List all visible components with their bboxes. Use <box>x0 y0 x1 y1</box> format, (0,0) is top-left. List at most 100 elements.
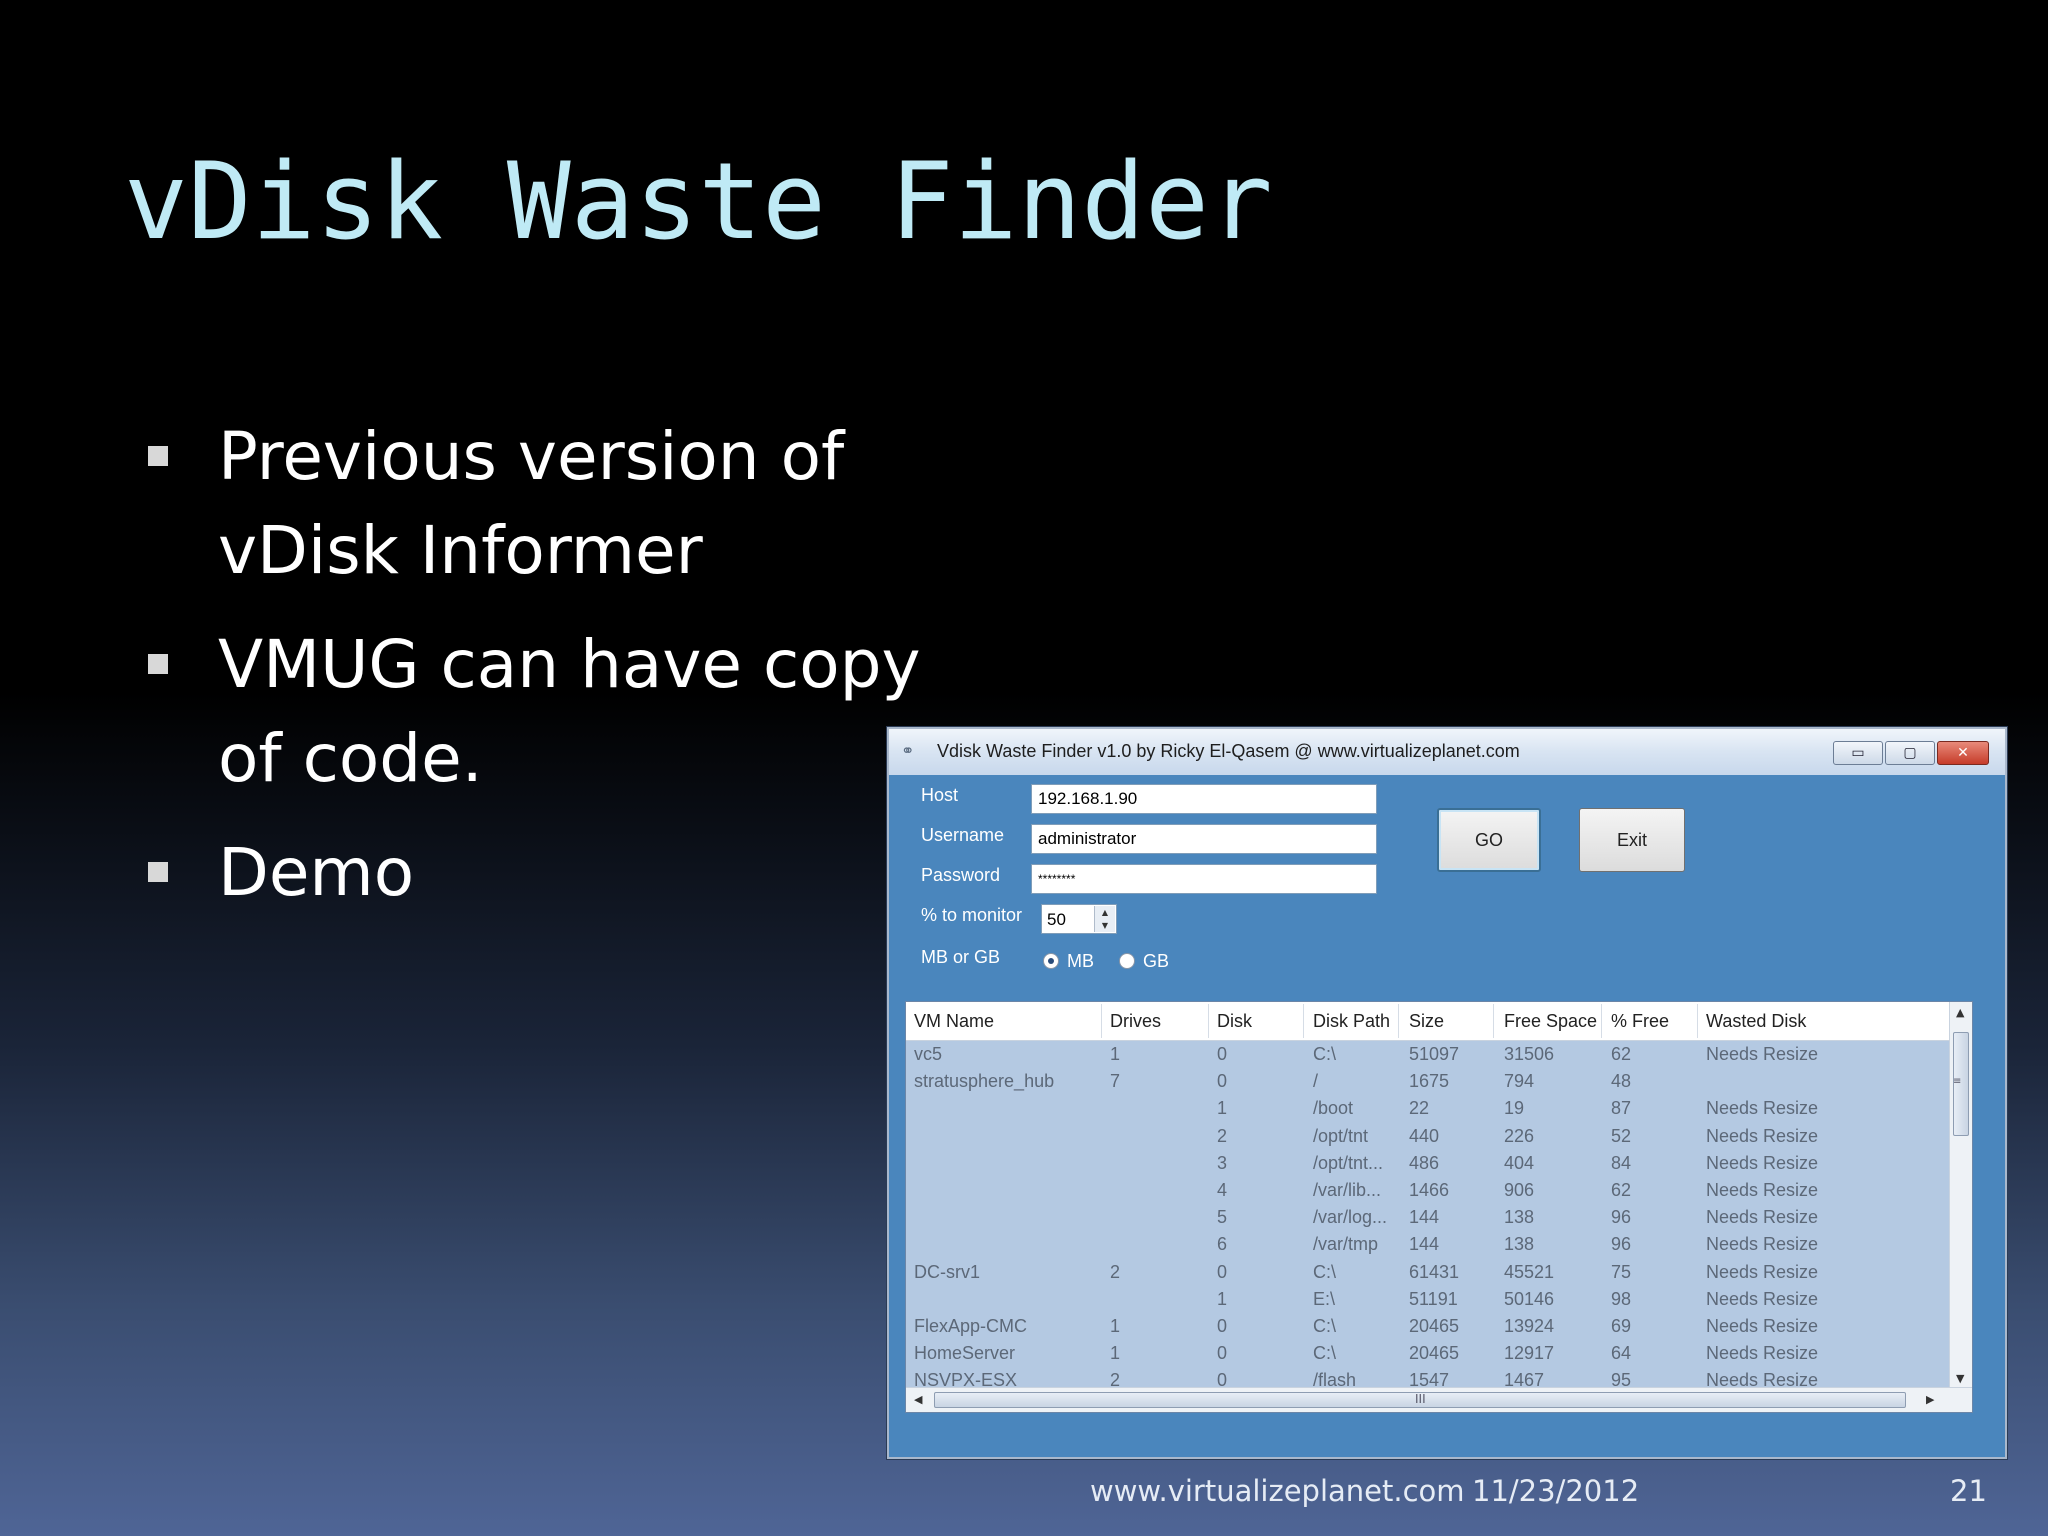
table-cell: Needs Resize <box>1706 1152 1819 1173</box>
bullet-text: VMUG can have copy of code. <box>218 626 921 797</box>
column-header[interactable]: VM Name <box>914 1011 994 1032</box>
table-cell: 1 <box>1110 1316 1121 1336</box>
table-cell: 51191 <box>1409 1288 1458 1309</box>
close-button[interactable]: ✕ <box>1937 741 1989 765</box>
host-input[interactable]: 192.168.1.90 <box>1031 784 1377 814</box>
table-cell: 3 <box>1217 1152 1228 1173</box>
table-cell: 84 <box>1611 1152 1632 1173</box>
table-cell: C:\ <box>1313 1044 1337 1064</box>
scroll-right-icon[interactable]: ▶ <box>1926 1393 1934 1406</box>
table-cell: 12917 <box>1504 1343 1555 1364</box>
slide-title: vDisk Waste Finder <box>124 140 1273 263</box>
square-bullet-icon <box>148 446 168 466</box>
monitor-label: % to monitor <box>921 905 1023 925</box>
go-button[interactable]: GO <box>1437 808 1541 872</box>
table-row[interactable]: 5/var/log... 144 138 96 Needs Resize <box>906 1203 1952 1230</box>
column-header[interactable]: Free Space <box>1504 1011 1597 1032</box>
table-cell: C:\ <box>1313 1343 1337 1364</box>
gb-radio[interactable] <box>1119 953 1135 969</box>
scroll-left-icon[interactable]: ◀ <box>914 1393 922 1406</box>
password-input[interactable]: ******** <box>1031 864 1377 894</box>
table-cell: 1 <box>1217 1288 1228 1309</box>
table-cell: Needs Resize <box>1706 1288 1819 1309</box>
footer-url: www.virtualizeplanet.com <box>1090 1474 1465 1508</box>
table-cell: HomeServer <box>914 1343 1016 1364</box>
app-icon: ⚭ <box>901 741 915 760</box>
table-row[interactable]: 1 E:\ 51191 50146 98 Needs Resize <box>906 1285 1952 1312</box>
host-label: Host <box>921 785 959 805</box>
spin-up-icon[interactable]: ▲ <box>1094 906 1115 919</box>
bullet-item: Demo <box>140 826 940 920</box>
table-row[interactable]: 3/opt/tnt... 486 404 84 Needs Resize <box>906 1149 1952 1176</box>
grip-icon: III <box>1415 1392 1426 1406</box>
monitor-stepper[interactable]: 50 ▲ ▼ <box>1041 904 1117 934</box>
table-cell: 62 <box>1611 1044 1632 1064</box>
table-cell: 22 <box>1409 1098 1430 1119</box>
column-header[interactable]: % Free <box>1611 1011 1669 1032</box>
column-header[interactable]: Disk <box>1217 1011 1252 1032</box>
table-cell: 144 <box>1409 1207 1440 1228</box>
spin-down-icon[interactable]: ▼ <box>1094 919 1115 932</box>
maximize-button[interactable]: ▢ <box>1885 741 1935 765</box>
table-row[interactable]: 4/var/lib... 1466 906 62 Needs Resize <box>906 1176 1952 1203</box>
minimize-button[interactable]: ▭ <box>1833 741 1883 765</box>
square-bullet-icon <box>148 862 168 882</box>
table-row[interactable]: stratusphere_hub 7 0 / 1675 794 48 <box>906 1067 1952 1094</box>
monitor-value: 50 <box>1047 910 1066 929</box>
horizontal-scrollbar[interactable]: ◀ III ▶ <box>906 1387 1972 1412</box>
table-cell: stratusphere_hub <box>914 1071 1055 1092</box>
horizontal-scroll-thumb[interactable]: III <box>934 1392 1906 1408</box>
table-cell: 7 <box>1110 1071 1121 1092</box>
scroll-down-icon[interactable]: ▼ <box>1956 1372 1964 1385</box>
table-row[interactable]: 6/var/tmp 144 138 96 Needs Resize <box>906 1230 1952 1257</box>
mb-radio[interactable] <box>1043 953 1059 969</box>
table-row[interactable]: HomeServer 1 0 C:\ 20465 12917 64 Needs Resize <box>906 1339 1952 1366</box>
table-cell: 52 <box>1611 1125 1632 1146</box>
form-area: Host 192.168.1.90 Username administrator… <box>901 779 1973 1447</box>
table-cell: Needs Resize <box>1706 1180 1819 1200</box>
username-label: Username <box>921 825 1005 845</box>
table-cell: Needs Resize <box>1706 1098 1819 1119</box>
username-input[interactable]: administrator <box>1031 824 1377 854</box>
table-cell: 61431 <box>1409 1261 1460 1282</box>
page-number: 21 <box>1950 1474 1987 1508</box>
table-row[interactable]: vc5 1 0 C:\ 51097 31506 62 Needs Resize <box>906 1040 1952 1067</box>
bullet-item: VMUG can have copy of code. <box>140 618 940 806</box>
table-cell: DC-srv1 <box>914 1261 980 1282</box>
table-cell: 2 <box>1110 1261 1121 1282</box>
window-titlebar[interactable]: ⚭ Vdisk Waste Finder v1.0 by Ricky El-Qa… <box>889 729 2005 775</box>
mb-radio-label[interactable]: MB <box>1067 951 1094 972</box>
table-cell: 138 <box>1504 1207 1535 1228</box>
table-cell: Needs Resize <box>1706 1316 1819 1336</box>
table-cell: /opt/tnt <box>1313 1125 1369 1146</box>
table-cell: C:\ <box>1313 1261 1337 1282</box>
table-cell: 2 <box>1217 1125 1228 1146</box>
gb-radio-label[interactable]: GB <box>1143 951 1169 972</box>
table-cell: 138 <box>1504 1234 1535 1255</box>
table-row[interactable]: 1/boot 22 19 87 Needs Resize <box>906 1094 1952 1121</box>
column-header[interactable]: Size <box>1409 1011 1444 1032</box>
column-header[interactable]: Wasted Disk <box>1706 1011 1806 1032</box>
table-cell: 0 <box>1217 1343 1228 1364</box>
table-cell: 64 <box>1611 1343 1632 1364</box>
table-cell: 96 <box>1611 1234 1632 1255</box>
table-cell: 19 <box>1504 1098 1525 1119</box>
vertical-scrollbar[interactable]: ▲ ≡ ▼ <box>1949 1002 1972 1390</box>
maximize-icon: ▢ <box>1903 745 1917 761</box>
table-row[interactable]: 2/opt/tnt 440 226 52 Needs Resize <box>906 1122 1952 1149</box>
column-header[interactable]: Drives <box>1110 1011 1161 1032</box>
table-cell: 0 <box>1217 1071 1228 1092</box>
table-cell: Needs Resize <box>1706 1234 1819 1255</box>
password-label: Password <box>921 865 1001 885</box>
table-cell: 144 <box>1409 1234 1440 1255</box>
exit-button[interactable]: Exit <box>1579 808 1685 872</box>
table-cell: 6 <box>1217 1234 1228 1255</box>
table-row[interactable]: FlexApp-CMC 1 0 C:\ 20465 13924 69 Needs Resize <box>906 1312 1952 1339</box>
scroll-up-icon[interactable]: ▲ <box>1956 1006 1964 1019</box>
table-row[interactable]: DC-srv1 2 0 C:\ 61431 45521 75 Needs Resize <box>906 1258 1952 1285</box>
results-grid: VM Name Drives Disk Disk Path Size Free … <box>905 1001 1973 1413</box>
table-cell: FlexApp-CMC <box>914 1316 1028 1336</box>
bullet-text: Previous version of vDisk Informer <box>218 418 845 589</box>
column-header[interactable]: Disk Path <box>1313 1011 1390 1032</box>
footer-date: 11/23/2012 <box>1472 1474 1640 1508</box>
